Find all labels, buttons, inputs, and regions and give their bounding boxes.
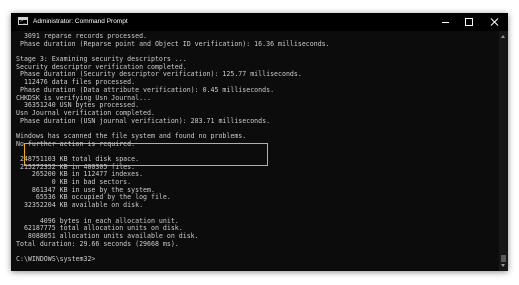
console-line: 32352204 KB available on disk. — [16, 201, 144, 210]
minimize-icon — [441, 21, 449, 23]
scroll-thumb[interactable] — [501, 255, 506, 262]
minimize-button[interactable] — [433, 13, 457, 31]
scroll-down-arrow-icon[interactable] — [501, 264, 505, 267]
command-prompt-window: Administrator: Command Prompt 3091 repar… — [11, 13, 508, 271]
console-line: Total duration: 29.66 seconds (29668 ms)… — [16, 239, 179, 248]
console-line: Phase duration (USN journal verification… — [16, 116, 271, 125]
console-line: Phase duration (Reparse point and Object… — [16, 39, 330, 48]
window-title: Administrator: Command Prompt — [33, 18, 128, 25]
console-icon — [18, 17, 28, 25]
console-line: C:\WINDOWS\system32> — [16, 254, 96, 263]
scroll-up-arrow-icon[interactable] — [501, 35, 505, 38]
close-button[interactable] — [482, 13, 506, 31]
title-bar[interactable]: Administrator: Command Prompt — [11, 13, 508, 31]
result-highlight-box — [24, 143, 268, 166]
maximize-icon — [465, 18, 473, 26]
vertical-scrollbar[interactable] — [499, 31, 508, 271]
maximize-button[interactable] — [457, 13, 481, 31]
close-icon — [490, 18, 498, 26]
